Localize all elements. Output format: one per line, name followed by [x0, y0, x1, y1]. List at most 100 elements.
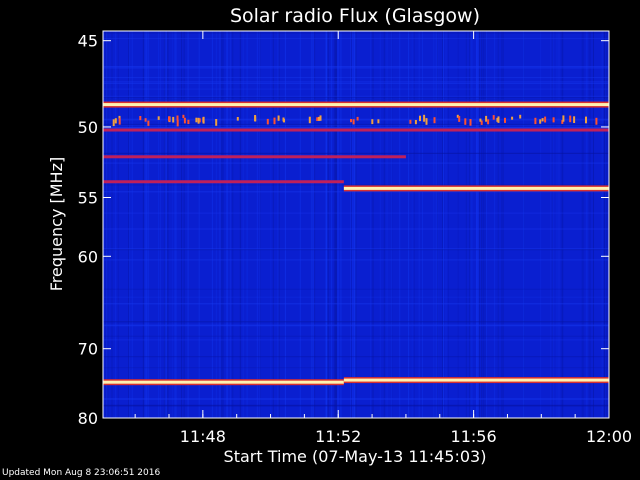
- y-tick-label: 70: [78, 340, 98, 359]
- burst-mark: [356, 116, 359, 121]
- update-timestamp: Updated Mon Aug 8 23:06:51 2016: [2, 468, 161, 478]
- noise-band: [103, 335, 609, 337]
- burst-mark: [377, 119, 380, 124]
- burst-mark: [197, 117, 200, 124]
- x-tick-label: 11:56: [451, 427, 497, 446]
- noise-band: [103, 66, 609, 68]
- noise-band: [103, 162, 609, 164]
- spectrogram-chart: Solar radio Flux (Glasgow) 45 50 55 60 70 80 1…: [47, 5, 632, 466]
- burst-mark: [139, 116, 142, 121]
- x-tick-label: 12:00: [586, 427, 632, 446]
- burst-mark: [215, 119, 218, 126]
- burst-mark: [112, 119, 115, 127]
- noise-band: [103, 77, 609, 79]
- burst-mark: [157, 116, 160, 120]
- noise-band: [103, 32, 609, 34]
- noise-band: [103, 303, 609, 305]
- noise-band: [103, 228, 609, 230]
- noise-band: [103, 82, 609, 84]
- burst-mark: [187, 119, 190, 124]
- y-tick-label: 50: [78, 118, 98, 137]
- noise-band: [103, 67, 609, 69]
- noise-band: [103, 88, 609, 90]
- noise-band: [103, 259, 609, 261]
- noise-band: [103, 356, 609, 358]
- burst-mark: [114, 118, 117, 124]
- burst-mark: [469, 119, 472, 126]
- burst-mark: [552, 117, 555, 123]
- burst-mark: [419, 115, 421, 122]
- noise-band: [103, 123, 609, 125]
- noise-band: [103, 405, 609, 407]
- burst-mark: [487, 119, 490, 125]
- noise-band: [103, 325, 609, 327]
- burst-mark: [585, 116, 587, 124]
- noise-band: [103, 288, 609, 290]
- burst-mark: [479, 118, 482, 122]
- noise-band: [103, 99, 609, 101]
- noise-band: [103, 96, 609, 98]
- burst-mark: [176, 120, 179, 127]
- burst-mark: [573, 116, 576, 123]
- emission-line: [103, 103, 609, 107]
- noise-band: [103, 95, 609, 97]
- burst-mark: [202, 116, 205, 124]
- emission-line: [103, 155, 406, 159]
- burst-mark: [458, 116, 461, 122]
- burst-mark: [176, 115, 179, 121]
- noise-band: [103, 124, 609, 126]
- burst-mark: [195, 117, 198, 123]
- burst-mark: [569, 115, 572, 123]
- noise-band: [103, 339, 609, 341]
- y-tick-label: 55: [78, 188, 98, 207]
- burst-mark: [534, 117, 537, 125]
- noise-band: [103, 191, 609, 193]
- burst-mark: [541, 118, 544, 122]
- chart-title: Solar radio Flux (Glasgow): [230, 5, 480, 27]
- burst-mark: [172, 116, 175, 123]
- noise-band: [103, 249, 609, 251]
- noise-band: [103, 81, 609, 83]
- burst-mark: [254, 115, 257, 121]
- burst-mark: [147, 120, 150, 126]
- burst-mark: [183, 117, 186, 124]
- burst-mark: [319, 115, 322, 121]
- burst-mark: [352, 119, 355, 125]
- burst-mark: [425, 118, 428, 125]
- y-tick-label: 45: [78, 32, 98, 51]
- emission-line: [343, 186, 609, 190]
- burst-mark: [539, 119, 542, 124]
- y-tick-label: 80: [78, 409, 98, 428]
- burst-mark: [511, 116, 514, 120]
- burst-mark: [308, 116, 311, 124]
- burst-mark: [409, 119, 412, 124]
- burst-mark: [168, 116, 170, 122]
- x-axis-label: Start Time (07-May-13 11:45:03): [224, 447, 487, 466]
- noise-band: [103, 367, 609, 369]
- x-tick-label: 11:48: [180, 427, 226, 446]
- emission-line: [103, 180, 344, 184]
- burst-mark: [464, 118, 467, 125]
- burst-mark: [273, 117, 276, 125]
- noise-band: [103, 398, 609, 400]
- burst-mark: [350, 119, 352, 123]
- noise-band: [103, 118, 609, 120]
- emission-line: [343, 378, 609, 382]
- y-tick-label: 60: [78, 247, 98, 266]
- x-tick-label: 11:52: [315, 427, 361, 446]
- noise-band: [103, 152, 609, 154]
- noise-band: [103, 127, 609, 129]
- burst-mark: [118, 117, 121, 125]
- burst-mark: [492, 115, 495, 120]
- burst-mark: [562, 115, 565, 122]
- noise-band: [103, 248, 609, 250]
- burst-mark: [144, 118, 147, 122]
- noise-band: [103, 321, 609, 323]
- burst-mark: [236, 117, 239, 121]
- burst-mark: [423, 114, 426, 122]
- burst-mark: [371, 119, 374, 125]
- burst-mark: [519, 114, 522, 119]
- burst-mark: [182, 114, 185, 119]
- burst-mark: [485, 115, 488, 122]
- emission-line: [103, 128, 609, 132]
